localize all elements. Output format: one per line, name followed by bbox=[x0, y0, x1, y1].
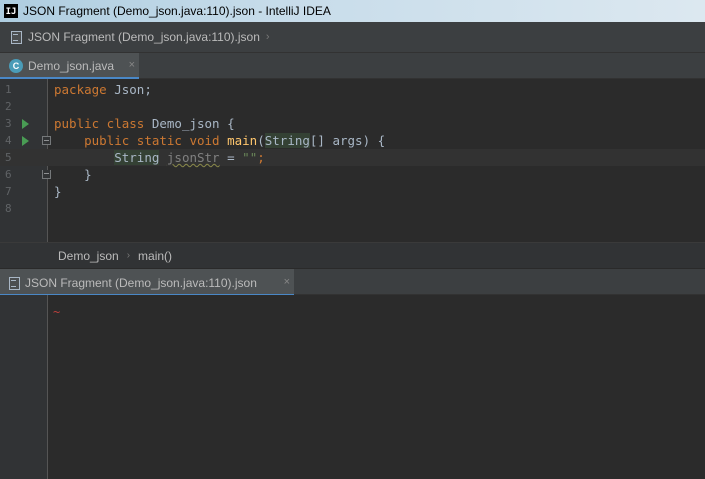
code-line: 7 } bbox=[0, 183, 705, 200]
json-file-icon bbox=[10, 30, 22, 44]
java-class-icon: C bbox=[9, 59, 23, 73]
editor-gutter bbox=[0, 295, 48, 479]
chevron-right-icon: › bbox=[126, 250, 131, 261]
breadcrumb-class[interactable]: Demo_json bbox=[58, 249, 119, 263]
code-line-current: 5 String jsonStr = ""; bbox=[0, 149, 705, 166]
json-fragment-editor[interactable]: ~ bbox=[0, 295, 705, 479]
tab-demo-json-java[interactable]: C Demo_json.java × bbox=[0, 53, 139, 80]
fold-end-icon[interactable] bbox=[42, 170, 51, 179]
code-editor[interactable]: 1 package Json; 2 3 public class Demo_js… bbox=[0, 79, 705, 242]
tab-label: JSON Fragment (Demo_json.java:110).json bbox=[25, 275, 257, 290]
line-number: 5 bbox=[5, 151, 12, 164]
tab-json-fragment[interactable]: JSON Fragment (Demo_json.java:110).json … bbox=[0, 269, 294, 297]
line-number: 1 bbox=[5, 83, 12, 96]
code-text: } bbox=[54, 167, 92, 182]
breadcrumb: Demo_json › main() bbox=[0, 242, 705, 268]
navbar-file-label[interactable]: JSON Fragment (Demo_json.java:110).json bbox=[28, 30, 260, 44]
breadcrumb-method[interactable]: main() bbox=[138, 249, 172, 263]
run-method-icon[interactable] bbox=[22, 136, 29, 146]
chevron-right-icon: › bbox=[265, 31, 270, 43]
line-number: 8 bbox=[5, 202, 12, 215]
code-text: String jsonStr = ""; bbox=[114, 150, 265, 165]
window-title-bar: IJ JSON Fragment (Demo_json.java:110).js… bbox=[0, 0, 705, 22]
code-line: 1 package Json; bbox=[0, 81, 705, 98]
close-tab-icon[interactable]: × bbox=[284, 276, 290, 288]
json-file-icon bbox=[8, 276, 20, 290]
editor-tab-bar: C Demo_json.java × bbox=[0, 53, 705, 80]
code-text: public class Demo_json { bbox=[54, 116, 235, 131]
code-line: 6 } bbox=[0, 166, 705, 183]
navigation-bar: JSON Fragment (Demo_json.java:110).json … bbox=[0, 22, 705, 53]
line-number: 6 bbox=[5, 168, 12, 181]
intellij-app-icon: IJ bbox=[4, 4, 18, 18]
line-number: 2 bbox=[5, 100, 12, 113]
code-line: 2 bbox=[0, 98, 705, 115]
window-title: JSON Fragment (Demo_json.java:110).json … bbox=[23, 4, 331, 18]
code-text: package Json; bbox=[54, 82, 152, 97]
close-tab-icon[interactable]: × bbox=[129, 59, 135, 71]
line-number: 3 bbox=[5, 117, 12, 130]
fragment-tab-bar: JSON Fragment (Demo_json.java:110).json … bbox=[0, 268, 705, 297]
run-class-icon[interactable] bbox=[22, 119, 29, 129]
code-text: } bbox=[54, 184, 62, 199]
fold-icon[interactable] bbox=[42, 136, 51, 145]
code-line: 3 public class Demo_json { bbox=[0, 115, 705, 132]
line-number: 4 bbox=[5, 134, 12, 147]
error-squiggle: ~ bbox=[53, 305, 61, 319]
code-line: 4 public static void main(String[] args)… bbox=[0, 132, 705, 149]
line-number: 7 bbox=[5, 185, 12, 198]
code-line: 8 bbox=[0, 200, 705, 217]
tab-label: Demo_json.java bbox=[28, 59, 115, 73]
code-text: public static void main(String[] args) { bbox=[84, 133, 386, 148]
